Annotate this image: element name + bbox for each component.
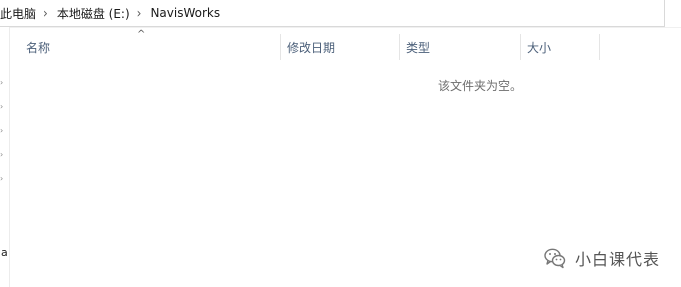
nav-item-partial[interactable]: a [1, 246, 8, 259]
column-header-name-label: 名称 [26, 40, 51, 55]
column-header-name[interactable]: 名称 [20, 34, 280, 60]
empty-folder-message: 该文件夹为空。 [438, 79, 523, 93]
breadcrumb-separator-icon[interactable]: › [39, 5, 54, 20]
watermark: 小白课代表 [543, 246, 660, 270]
breadcrumb-this-pc[interactable]: 此电脑 [0, 5, 39, 22]
breadcrumb-separator-icon[interactable]: › [133, 5, 148, 20]
column-header-type[interactable]: 类型 [400, 34, 520, 60]
breadcrumb-navisworks[interactable]: NavisWorks [147, 6, 223, 20]
column-header-modified[interactable]: 修改日期 [281, 34, 399, 60]
column-header-size-label: 大小 [527, 40, 552, 55]
nav-expand-icon[interactable]: › [0, 127, 3, 135]
nav-expand-icon[interactable]: › [0, 175, 3, 183]
breadcrumb-local-disk[interactable]: 本地磁盘 (E:) [54, 5, 133, 22]
wechat-icon [544, 248, 566, 269]
column-divider[interactable] [599, 34, 600, 60]
nav-expand-icon[interactable]: › [0, 151, 3, 159]
column-header-size[interactable]: 大小 [521, 34, 599, 60]
address-bar: 此电脑 › 本地磁盘 (E:) › NavisWorks [0, 0, 681, 28]
column-header-modified-label: 修改日期 [287, 40, 336, 55]
navigation-pane[interactable]: › › › › › a [0, 27, 10, 287]
explorer-window: 此电脑 › 本地磁盘 (E:) › NavisWorks › › › › › a… [0, 0, 681, 287]
nav-expand-icon[interactable]: › [0, 103, 3, 111]
column-header-type-label: 类型 [406, 40, 431, 55]
column-headers: 名称 修改日期 类型 大小 [10, 34, 670, 60]
nav-expand-icon[interactable]: › [0, 79, 3, 87]
watermark-text: 小白课代表 [575, 250, 661, 269]
breadcrumb[interactable]: 此电脑 › 本地磁盘 (E:) › NavisWorks [0, 0, 665, 27]
